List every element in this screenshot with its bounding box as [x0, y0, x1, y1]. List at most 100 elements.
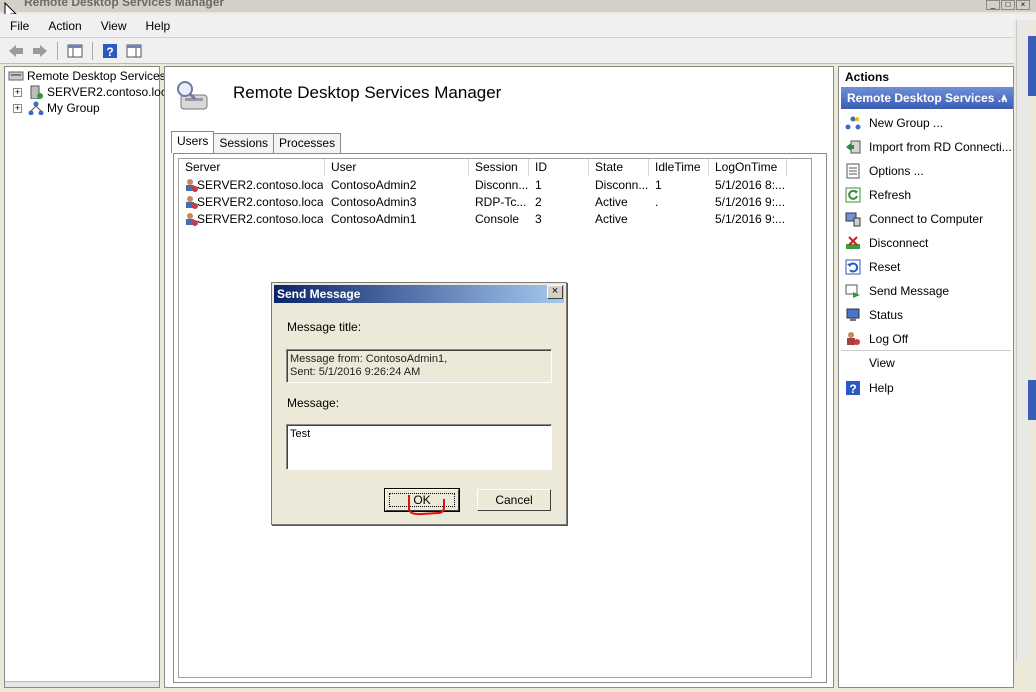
- menu-action[interactable]: Action: [48, 19, 81, 33]
- tree-expander[interactable]: +: [13, 87, 22, 97]
- new-group-icon: [845, 115, 861, 131]
- actions-divider: [841, 350, 1011, 351]
- tree-item-my-group[interactable]: + My Group: [13, 101, 100, 115]
- action-label: Log Off: [869, 332, 909, 346]
- action-label: Help: [869, 381, 894, 395]
- tab-users[interactable]: Users: [171, 131, 215, 153]
- action-new-group[interactable]: New Group ...: [845, 115, 943, 131]
- action-options[interactable]: Options ...: [845, 163, 924, 179]
- column-header-id[interactable]: ID: [529, 159, 589, 176]
- menu-bar: File Action View Help: [0, 14, 1036, 38]
- tree-root-label: Remote Desktop Services M: [27, 69, 180, 83]
- toolbar-separator: [92, 41, 93, 60]
- right-edge: [1014, 20, 1036, 688]
- table-row[interactable]: SERVER2.contoso.local ContosoAdmin3 RDP-…: [179, 194, 811, 211]
- close-window-button[interactable]: ×: [1016, 0, 1030, 10]
- column-header-state[interactable]: State: [589, 159, 649, 176]
- action-connect-computer[interactable]: Connect to Computer: [845, 211, 983, 227]
- action-label: Connect to Computer: [869, 212, 984, 226]
- log-off-icon: [845, 331, 861, 347]
- tab-processes[interactable]: Processes: [273, 133, 342, 153]
- user-icon: [186, 179, 198, 192]
- maximize-button[interactable]: □: [1001, 0, 1015, 10]
- navigation-tree: Remote Desktop Services M + SERVER2.cont…: [4, 66, 179, 688]
- menu-view[interactable]: View: [101, 19, 127, 33]
- action-label: Send Message: [869, 284, 950, 298]
- action-label: View: [869, 356, 895, 370]
- action-label: Import from RD Connecti...: [869, 140, 1012, 154]
- action-label: Refresh: [869, 188, 912, 202]
- red-annotation-mark: [408, 495, 445, 516]
- disconnect-icon: [845, 235, 861, 251]
- cell-session: Disconn...: [475, 178, 529, 192]
- cell-idletime: 1: [655, 178, 662, 192]
- window-controls: _ □ ×: [986, 0, 1030, 10]
- tree-horizontal-scrollbar[interactable]: [5, 681, 159, 687]
- page-title: Remote Desktop Services Manager: [233, 83, 502, 102]
- send-message-dialog: Send Message × Message title: Message fr…: [271, 282, 567, 525]
- action-label: Disconnect: [869, 236, 929, 250]
- actions-section-header[interactable]: Remote Desktop Services ... ▲: [841, 87, 1013, 109]
- tab-sessions[interactable]: Sessions: [213, 133, 275, 153]
- dialog-close-button[interactable]: ×: [547, 285, 563, 299]
- show-hide-tree-icon[interactable]: [65, 41, 85, 61]
- cell-logontime: 5/1/2016 9:...: [715, 212, 786, 226]
- window-title: Remote Desktop Services Manager: [24, 0, 225, 9]
- column-header-logontime[interactable]: LogOnTime: [709, 159, 787, 176]
- tree-expander[interactable]: +: [13, 103, 22, 113]
- action-label: Options ...: [869, 164, 924, 178]
- tree-item-server2[interactable]: + SERVER2.contoso.loca: [13, 85, 174, 99]
- action-send-message[interactable]: Send Message: [845, 283, 949, 299]
- column-header-server[interactable]: Server: [179, 159, 325, 176]
- minimize-button[interactable]: _: [986, 0, 1000, 10]
- action-view[interactable]: View: [869, 356, 895, 370]
- action-pane-icon[interactable]: [124, 41, 144, 61]
- message-title-field[interactable]: Message from: ContosoAdmin1, Sent: 5/1/2…: [286, 349, 552, 383]
- back-arrow-icon[interactable]: [6, 41, 26, 61]
- tree-root[interactable]: Remote Desktop Services M: [8, 69, 179, 83]
- message-body-field[interactable]: Test: [286, 424, 552, 470]
- refresh-icon: [845, 187, 861, 203]
- cell-server: SERVER2.contoso.local: [197, 195, 323, 209]
- vertical-scrollbar[interactable]: [1016, 20, 1030, 660]
- action-log-off[interactable]: Log Off: [845, 331, 908, 347]
- cell-state: Active: [595, 212, 628, 226]
- background-window-strip: [1028, 36, 1036, 96]
- cell-user: ContosoAdmin2: [331, 178, 417, 192]
- collapse-arrow-icon[interactable]: ▲: [999, 87, 1009, 109]
- cell-logontime: 5/1/2016 8:...: [715, 178, 786, 192]
- action-label: Status: [869, 308, 904, 322]
- action-import[interactable]: Import from RD Connecti...: [845, 139, 1012, 155]
- toolbar-separator: [57, 41, 58, 60]
- message-title-line: Message from: ContosoAdmin1,: [290, 353, 448, 365]
- action-reset[interactable]: Reset: [845, 259, 900, 275]
- title-bar: Remote Desktop Services Manager _ □ ×: [0, 0, 1036, 12]
- action-label: New Group ...: [869, 116, 944, 130]
- table-row[interactable]: SERVER2.contoso.local ContosoAdmin1 Cons…: [179, 211, 811, 228]
- menu-file[interactable]: File: [10, 19, 29, 33]
- cell-id: 1: [535, 178, 542, 192]
- cell-user: ContosoAdmin3: [331, 195, 417, 209]
- action-help[interactable]: ? Help: [845, 380, 894, 396]
- help-icon: ?: [845, 380, 861, 396]
- dialog-title: Send Message: [277, 287, 361, 301]
- column-header-user[interactable]: User: [325, 159, 469, 176]
- cancel-button[interactable]: Cancel: [477, 489, 551, 511]
- cell-logontime: 5/1/2016 9:...: [715, 195, 786, 209]
- menu-help[interactable]: Help: [146, 19, 171, 33]
- column-header-idletime[interactable]: IdleTime: [649, 159, 709, 176]
- dialog-title-bar: Send Message: [274, 285, 564, 303]
- message-title-label: Message title:: [287, 320, 362, 334]
- action-refresh[interactable]: Refresh: [845, 187, 911, 203]
- cell-server: SERVER2.contoso.local: [197, 212, 323, 226]
- group-icon: [28, 101, 44, 115]
- tree-item-label: My Group: [47, 101, 100, 115]
- column-header-session[interactable]: Session: [469, 159, 529, 176]
- forward-arrow-icon[interactable]: [30, 41, 50, 61]
- table-row[interactable]: SERVER2.contoso.local ContosoAdmin2 Disc…: [179, 177, 811, 194]
- cell-idletime: .: [655, 195, 659, 209]
- help-icon[interactable]: ?: [100, 41, 120, 61]
- action-status[interactable]: Status: [845, 307, 903, 323]
- action-disconnect[interactable]: Disconnect: [845, 235, 928, 251]
- cell-id: 2: [535, 195, 542, 209]
